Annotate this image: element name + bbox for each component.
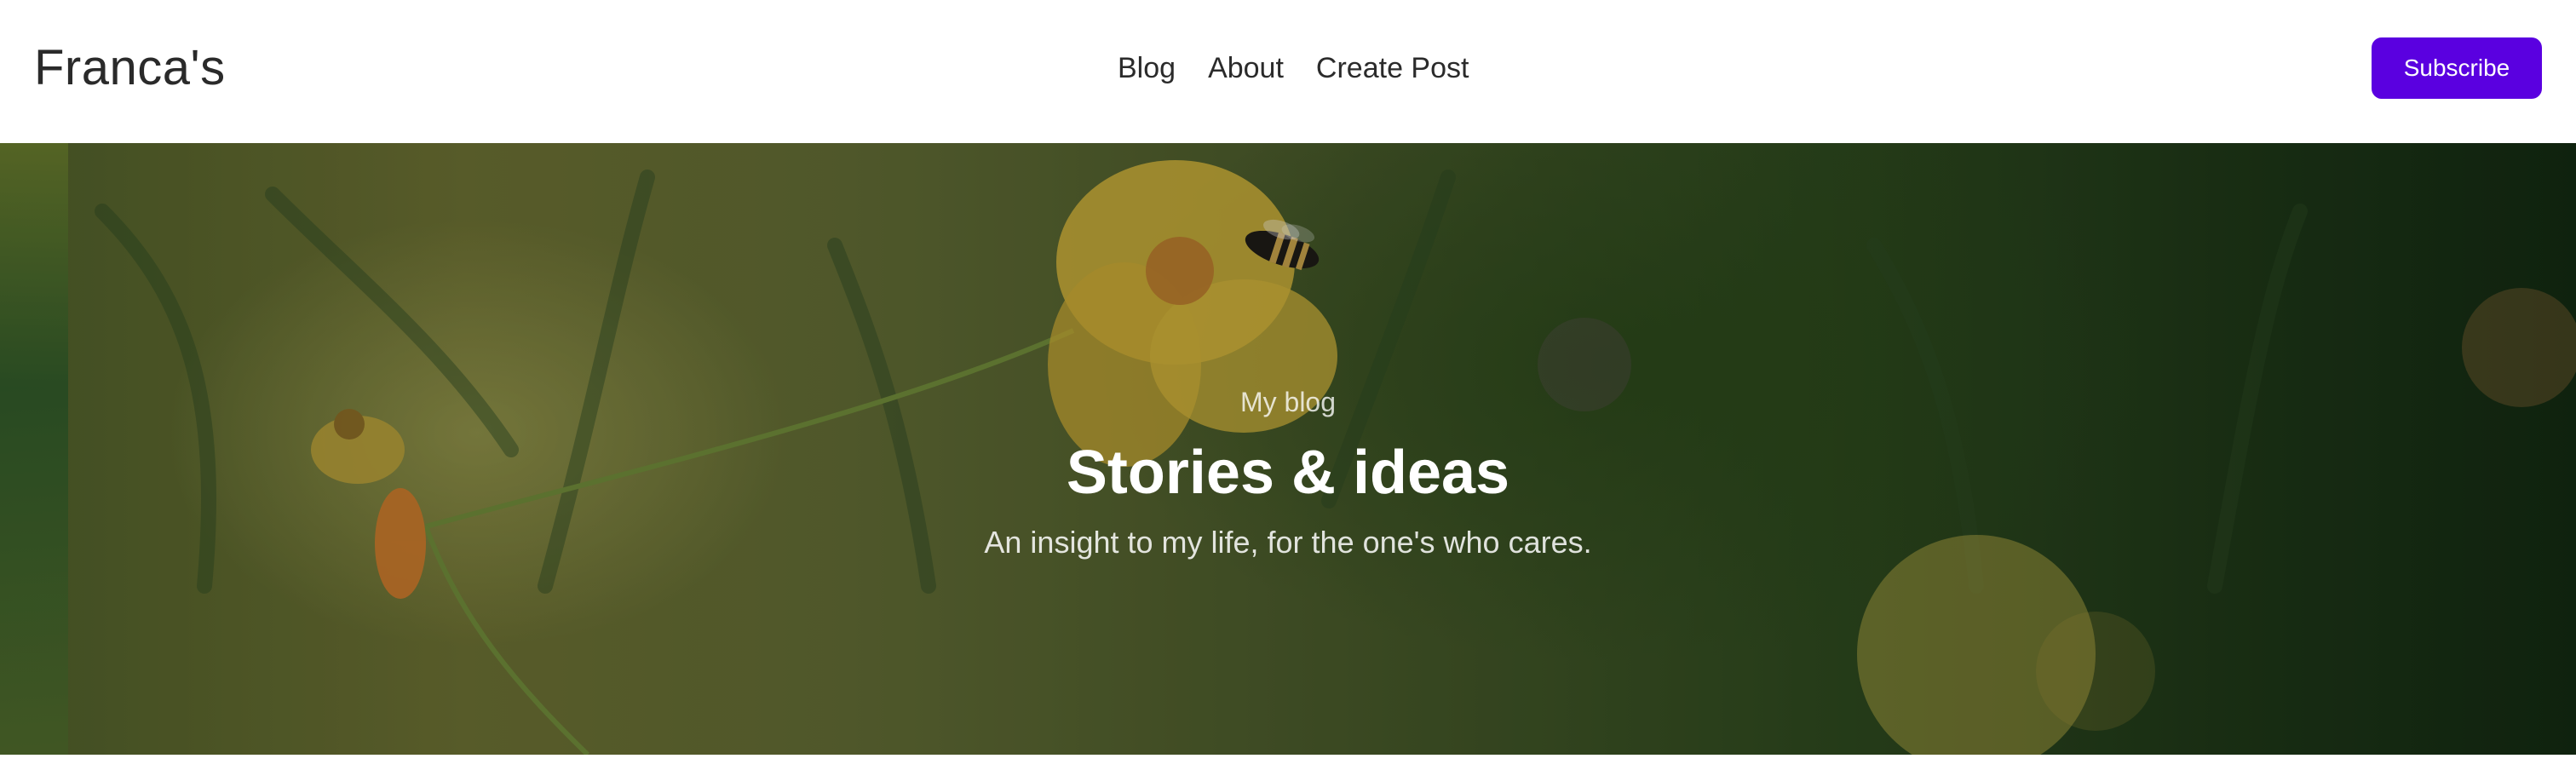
site-header: Franca's Blog About Create Post Subscrib…: [0, 0, 2576, 143]
site-logo[interactable]: Franca's: [34, 39, 226, 97]
hero-subtitle: An insight to my life, for the one's who…: [984, 525, 1592, 560]
nav-link-blog[interactable]: Blog: [1118, 48, 1176, 89]
nav-link-create-post[interactable]: Create Post: [1316, 48, 1469, 89]
main-nav: Blog About Create Post: [1118, 48, 1469, 89]
hero-banner: My blog Stories & ideas An insight to my…: [0, 143, 2576, 755]
nav-link-about[interactable]: About: [1208, 48, 1284, 89]
hero-text-block: My blog Stories & ideas An insight to my…: [0, 143, 2576, 755]
hero-eyebrow: My blog: [1239, 387, 1337, 417]
hero-title: Stories & ideas: [1066, 439, 1510, 507]
subscribe-button[interactable]: Subscribe: [2372, 37, 2542, 99]
page-divider: [0, 755, 2576, 770]
